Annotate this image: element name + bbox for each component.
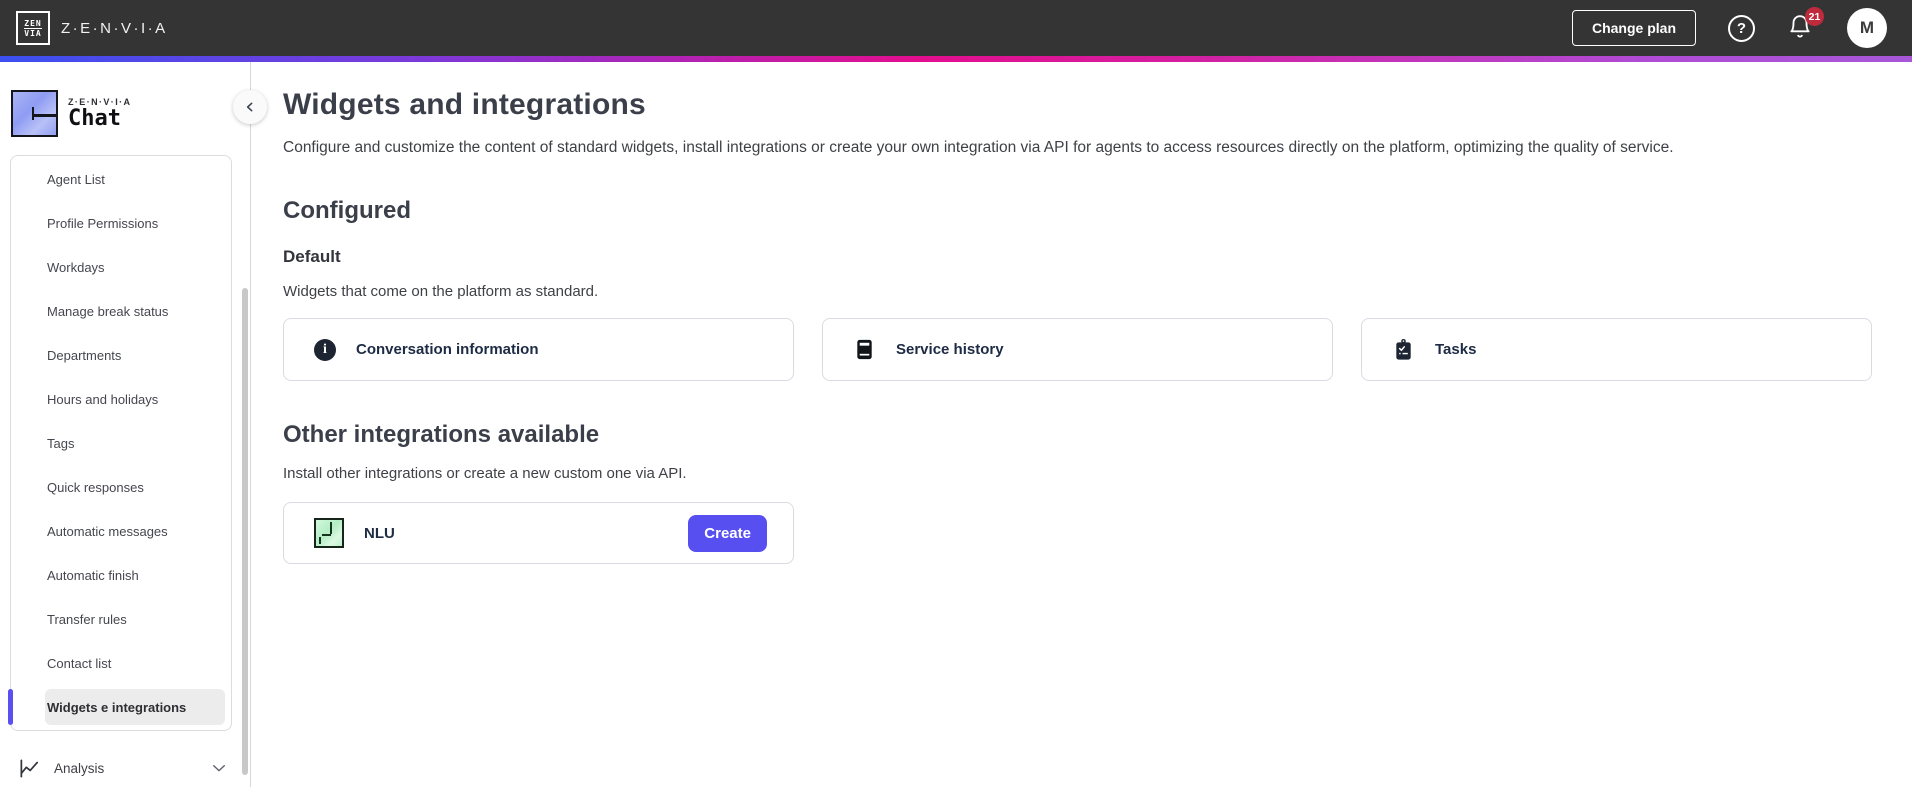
logo-bottom-text: VIA <box>24 28 42 38</box>
line-chart-icon <box>20 758 39 778</box>
chevron-down-icon <box>213 765 225 772</box>
settings-submenu: Agent List Profile Permissions Workdays Man… <box>8 155 232 731</box>
change-plan-button[interactable]: Change plan <box>1571 10 1696 46</box>
widget-card-label: Conversation information <box>356 341 539 358</box>
sidebar-item-departments[interactable]: Departments <box>11 333 231 377</box>
sidebar-brand-text: Z·E·N·V·I·A <box>68 96 132 107</box>
sidebar-item-widgets-e-integrations[interactable]: Widgets e integrations <box>8 685 231 729</box>
sidebar-item-tags[interactable]: Tags <box>11 421 231 465</box>
default-description: Widgets that come on the platform as sta… <box>283 283 599 300</box>
sidebar-item-transfer-rules[interactable]: Transfer rules <box>11 597 231 641</box>
page-description: Configure and customize the content of s… <box>283 139 1674 156</box>
notification-badge: 21 <box>1805 7 1824 26</box>
main-content: Widgets and integrations Configure and c… <box>251 62 1912 787</box>
sidebar-item-contact-list[interactable]: Contact list <box>11 641 231 685</box>
other-integrations-heading: Other integrations available <box>283 421 600 448</box>
topbar: ZEN VIA Z·E·N·V·I·A Change plan ? 21 M <box>0 0 1912 56</box>
widget-card-label: Service history <box>896 341 1004 358</box>
zenvia-logo-icon: ZEN VIA <box>16 11 50 45</box>
sidebar-item-label: Analysis <box>54 760 105 776</box>
help-icon[interactable]: ? <box>1728 14 1755 42</box>
sidebar-item-automatic-messages[interactable]: Automatic messages <box>11 509 231 553</box>
default-subheading: Default <box>283 247 341 266</box>
sidebar: Z·E·N·V·I·A Chat Agent List Profile Permi… <box>0 62 267 787</box>
chevron-left-icon <box>246 102 253 112</box>
topbar-actions: Change plan ? 21 M <box>1571 7 1887 48</box>
page-title: Widgets and integrations <box>283 88 646 121</box>
sidebar-item-profile-permissions[interactable]: Profile Permissions <box>11 201 231 245</box>
sidebar-item-quick-responses[interactable]: Quick responses <box>11 465 231 509</box>
create-nlu-button[interactable]: Create <box>688 514 767 552</box>
default-widgets-row: i Conversation information Service histo… <box>283 318 1872 381</box>
widget-card-service-history[interactable]: Service history <box>822 318 1333 381</box>
zenvia-chat-product: Z·E·N·V·I·A Chat <box>0 62 250 137</box>
sidebar-scrollbar[interactable] <box>242 288 248 775</box>
sidebar-item-automatic-finish[interactable]: Automatic finish <box>11 553 231 597</box>
widget-card-tasks[interactable]: Tasks <box>1361 318 1872 381</box>
integration-card-nlu: NLU Create <box>283 502 794 564</box>
sidebar-item-agent-list[interactable]: Agent List <box>11 157 231 201</box>
nlu-pixel-icon <box>314 518 344 548</box>
zenvia-chat-logo-icon <box>11 90 58 137</box>
notifications-button[interactable]: 21 <box>1787 7 1824 42</box>
info-circle-icon: i <box>314 338 336 361</box>
zenvia-wordmark: Z·E·N·V·I·A <box>61 19 168 37</box>
sidebar-item-hours-and-holidays[interactable]: Hours and holidays <box>11 377 231 421</box>
zenvia-home-link[interactable]: ZEN VIA Z·E·N·V·I·A <box>16 11 168 45</box>
integration-label: NLU <box>364 524 395 542</box>
logo-top-text: ZEN <box>24 18 42 29</box>
other-integrations-description: Install other integrations or create a n… <box>283 465 687 482</box>
book-icon <box>857 339 872 360</box>
sidebar-item-analysis[interactable]: Analysis <box>10 746 232 787</box>
sidebar-collapse-button[interactable] <box>233 90 267 124</box>
avatar[interactable]: M <box>1847 8 1887 48</box>
clipboard-check-icon <box>1396 338 1411 360</box>
widget-card-conversation-information[interactable]: i Conversation information <box>283 318 794 381</box>
configured-heading: Configured <box>283 197 411 224</box>
widget-card-label: Tasks <box>1435 341 1477 358</box>
sidebar-item-manage-break-status[interactable]: Manage break status <box>11 289 231 333</box>
sidebar-item-workdays[interactable]: Workdays <box>11 245 231 289</box>
sidebar-product-name: Chat <box>68 105 121 131</box>
